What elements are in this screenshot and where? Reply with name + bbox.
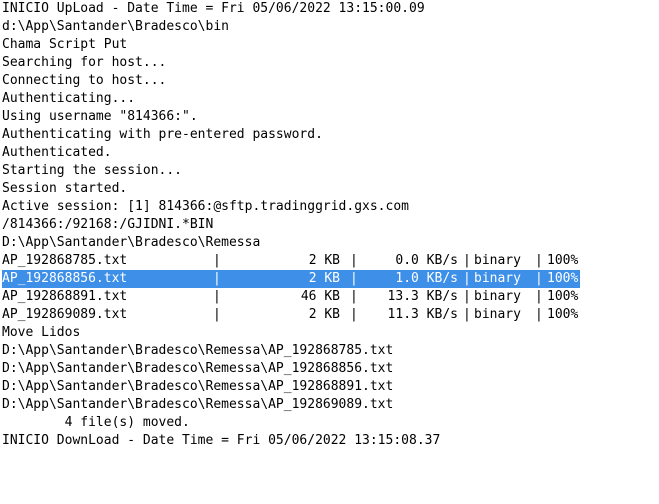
column-separator: | [350, 289, 358, 304]
transfer-rate: 0.0 KB/s [395, 253, 458, 268]
log-line: INICIO DownLoad - Date Time = Fri 05/06/… [2, 433, 441, 448]
log-line: Active session: [1] 814366:@sftp.trading… [2, 199, 409, 214]
log-line: Connecting to host... [2, 73, 167, 88]
transfer-progress: 100% [547, 253, 579, 268]
column-separator: | [350, 253, 358, 268]
log-line: D:\App\Santander\Bradesco\Remessa\AP_192… [2, 361, 394, 376]
log-line: 4 file(s) moved. [2, 415, 190, 430]
column-separator: | [463, 271, 471, 286]
transfer-progress: 100% [547, 307, 579, 322]
column-separator: | [213, 289, 221, 304]
column-separator: | [463, 253, 471, 268]
log-line: Authenticating... [2, 91, 136, 106]
column-separator: | [463, 307, 471, 322]
transfer-file-name: AP_192868785.txt [2, 253, 128, 268]
column-separator: | [535, 271, 543, 286]
log-line: Move Lidos [2, 325, 81, 340]
log-line: Using username "814366:". [2, 109, 198, 124]
column-separator: | [213, 253, 221, 268]
transfer-file-name: AP_192869089.txt [2, 307, 128, 322]
log-line: Starting the session... [2, 163, 183, 178]
transfer-rate: 1.0 KB/s [395, 271, 458, 286]
column-separator: | [463, 289, 471, 304]
log-line: /814366:/92168:/GJIDNI.*BIN [2, 217, 214, 232]
transfer-rate: 11.3 KB/s [387, 307, 458, 322]
log-line: Authenticated. [2, 145, 112, 160]
transfer-progress: 100% [547, 271, 579, 286]
transfer-mode: binary [474, 289, 521, 304]
transfer-mode: binary [474, 271, 521, 286]
log-line: Authenticating with pre-entered password… [2, 127, 323, 142]
transfer-row[interactable]: AP_192869089.txt | 2 KB | 11.3 KB/s | bi… [2, 306, 580, 324]
transfer-row[interactable]: AP_192868785.txt | 2 KB | 0.0 KB/s | bin… [2, 252, 580, 270]
column-separator: | [213, 307, 221, 322]
transfer-file-name: AP_192868856.txt [2, 271, 128, 286]
column-separator: | [350, 307, 358, 322]
transfer-mode: binary [474, 253, 521, 268]
log-line: D:\App\Santander\Bradesco\Remessa [2, 235, 261, 250]
transfer-size: 2 KB [308, 271, 340, 286]
transfer-file-name: AP_192868891.txt [2, 289, 128, 304]
column-separator: | [213, 271, 221, 286]
log-line: D:\App\Santander\Bradesco\Remessa\AP_192… [2, 397, 394, 412]
log-line: Chama Script Put [2, 37, 128, 52]
column-separator: | [535, 289, 543, 304]
transfer-row[interactable]: AP_192868856.txt | 2 KB | 1.0 KB/s | bin… [2, 270, 580, 288]
transfer-size: 2 KB [308, 253, 340, 268]
log-line: Session started. [2, 181, 128, 196]
transfer-rate: 13.3 KB/s [387, 289, 458, 304]
transfer-size: 2 KB [308, 307, 340, 322]
column-separator: | [350, 271, 358, 286]
log-line: D:\App\Santander\Bradesco\Remessa\AP_192… [2, 343, 394, 358]
transfer-row[interactable]: AP_192868891.txt | 46 KB | 13.3 KB/s | b… [2, 288, 580, 306]
log-line: Searching for host... [2, 55, 167, 70]
transfer-size: 46 KB [300, 289, 340, 304]
log-line: INICIO UpLoad - Date Time = Fri 05/06/20… [2, 1, 425, 16]
transfer-mode: binary [474, 307, 521, 322]
console-output[interactable]: INICIO UpLoad - Date Time = Fri 05/06/20… [2, 0, 657, 450]
log-line: D:\App\Santander\Bradesco\Remessa\AP_192… [2, 379, 394, 394]
column-separator: | [535, 307, 543, 322]
transfer-progress: 100% [547, 289, 579, 304]
log-line: d:\App\Santander\Bradesco\bin [2, 19, 229, 34]
column-separator: | [535, 253, 543, 268]
